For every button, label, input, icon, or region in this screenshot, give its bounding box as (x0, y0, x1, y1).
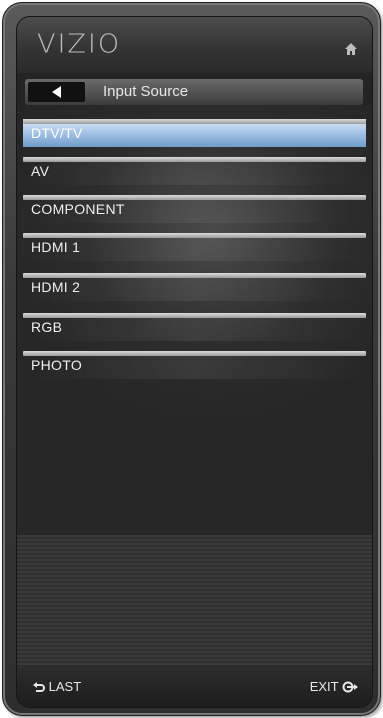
menu-item-label: COMPONENT (31, 201, 125, 217)
last-button[interactable]: LAST (33, 679, 81, 694)
return-icon (33, 682, 45, 692)
exit-button[interactable]: EXIT (310, 679, 358, 694)
menu-item-hdmi-1[interactable]: HDMI 1 (23, 233, 366, 261)
page-title: Input Source (103, 83, 189, 100)
menu-item-av[interactable]: AV (23, 157, 366, 185)
item-divider (23, 119, 366, 124)
header: VIZIO (17, 17, 372, 73)
menu-item-label: PHOTO (31, 357, 83, 373)
title-bar: Input Source (25, 79, 363, 105)
menu-item-photo[interactable]: PHOTO (23, 351, 366, 379)
menu-item-component[interactable]: COMPONENT (23, 195, 366, 223)
home-icon[interactable] (344, 41, 358, 55)
input-source-list: DTV/TV AV COMPONENT HDMI 1 HDMI 2 RGB PH… (17, 105, 372, 535)
last-label: LAST (48, 679, 82, 694)
menu-item-label: AV (31, 163, 50, 179)
menu-item-label: DTV/TV (31, 125, 83, 141)
brand-logo: VIZIO (37, 29, 122, 60)
footer-bar: LAST EXIT (17, 665, 372, 707)
back-button[interactable] (28, 82, 85, 102)
menu-item-rgb[interactable]: RGB (23, 313, 366, 341)
menu-item-dtv-tv[interactable]: DTV/TV (23, 119, 366, 147)
exit-icon (342, 681, 358, 693)
exit-label: EXIT (309, 679, 339, 694)
menu-item-label: RGB (31, 319, 63, 335)
back-arrow-icon (52, 86, 61, 98)
menu-screen: VIZIO Input Source DTV/TV AV COMPONENT H… (16, 16, 373, 708)
item-shade (23, 162, 366, 185)
item-shade (23, 318, 366, 341)
menu-item-label: HDMI 2 (31, 279, 81, 295)
empty-panel (17, 535, 372, 665)
menu-item-hdmi-2[interactable]: HDMI 2 (23, 273, 366, 301)
menu-item-label: HDMI 1 (31, 239, 81, 255)
